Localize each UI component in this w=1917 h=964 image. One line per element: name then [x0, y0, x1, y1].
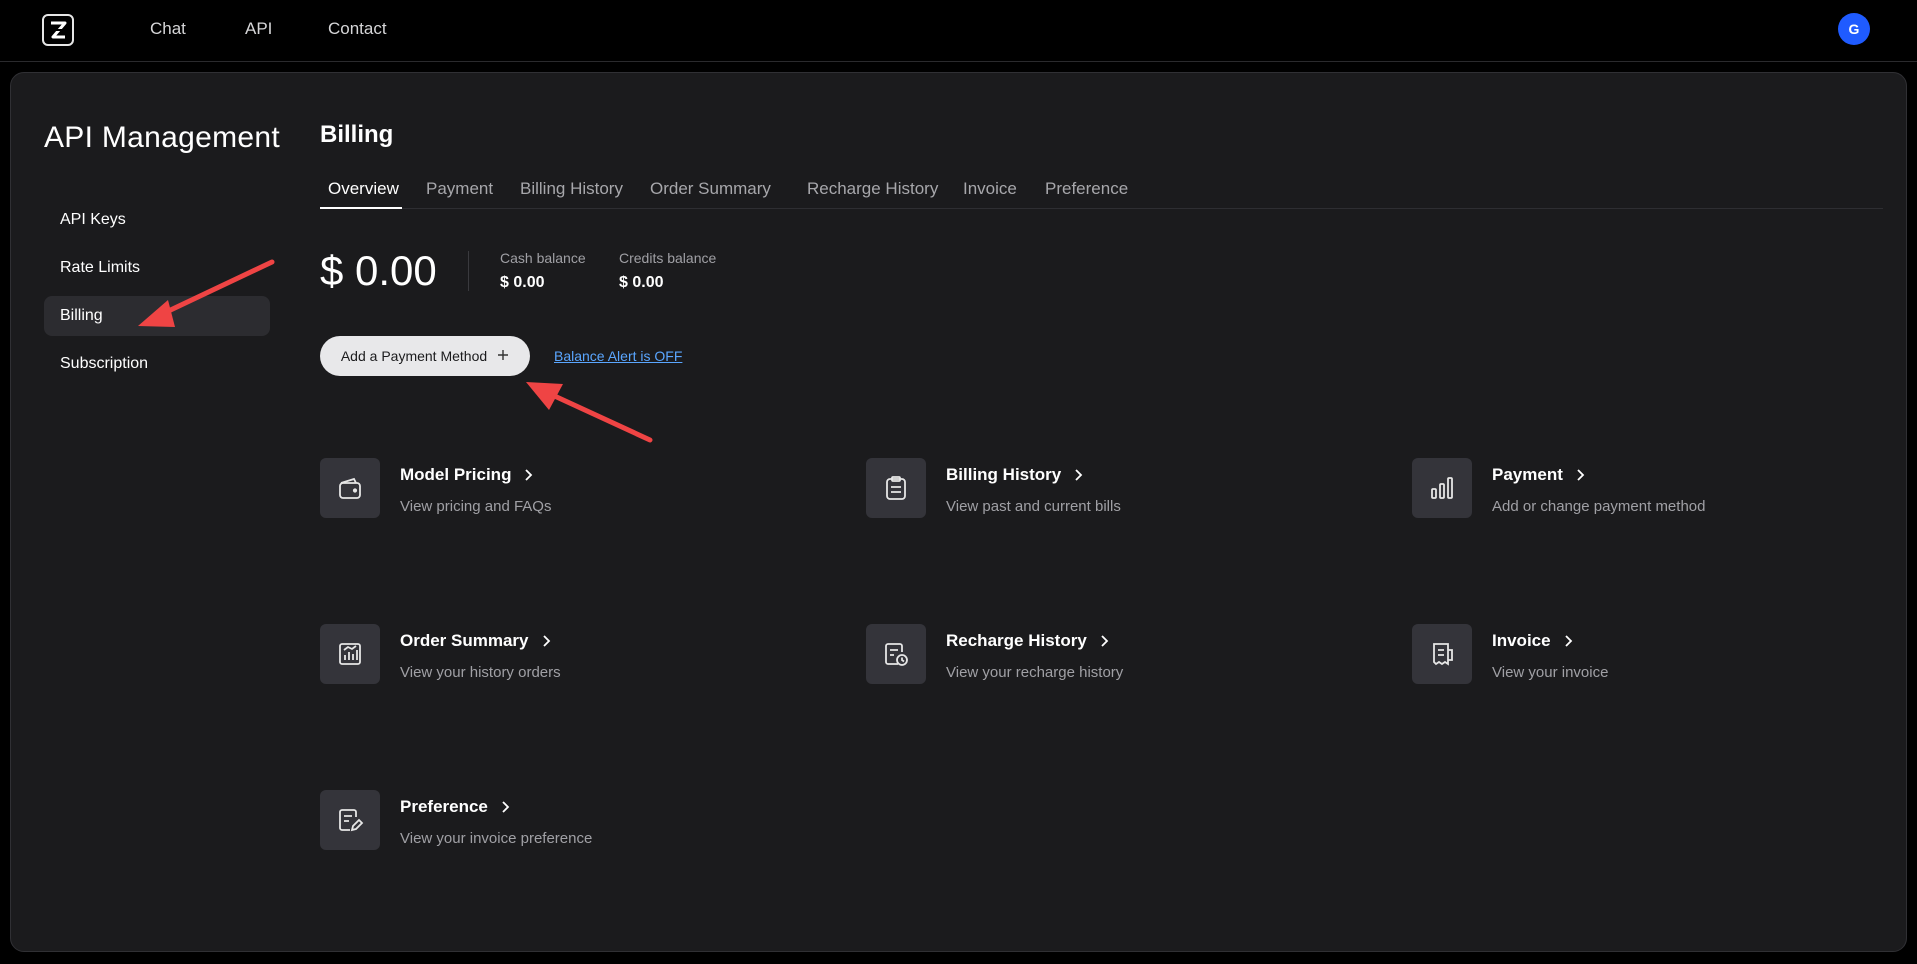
arrow-to-billing-icon	[138, 259, 275, 327]
arrow-to-payment-button-icon	[526, 382, 653, 443]
annotation-arrows	[138, 259, 653, 443]
